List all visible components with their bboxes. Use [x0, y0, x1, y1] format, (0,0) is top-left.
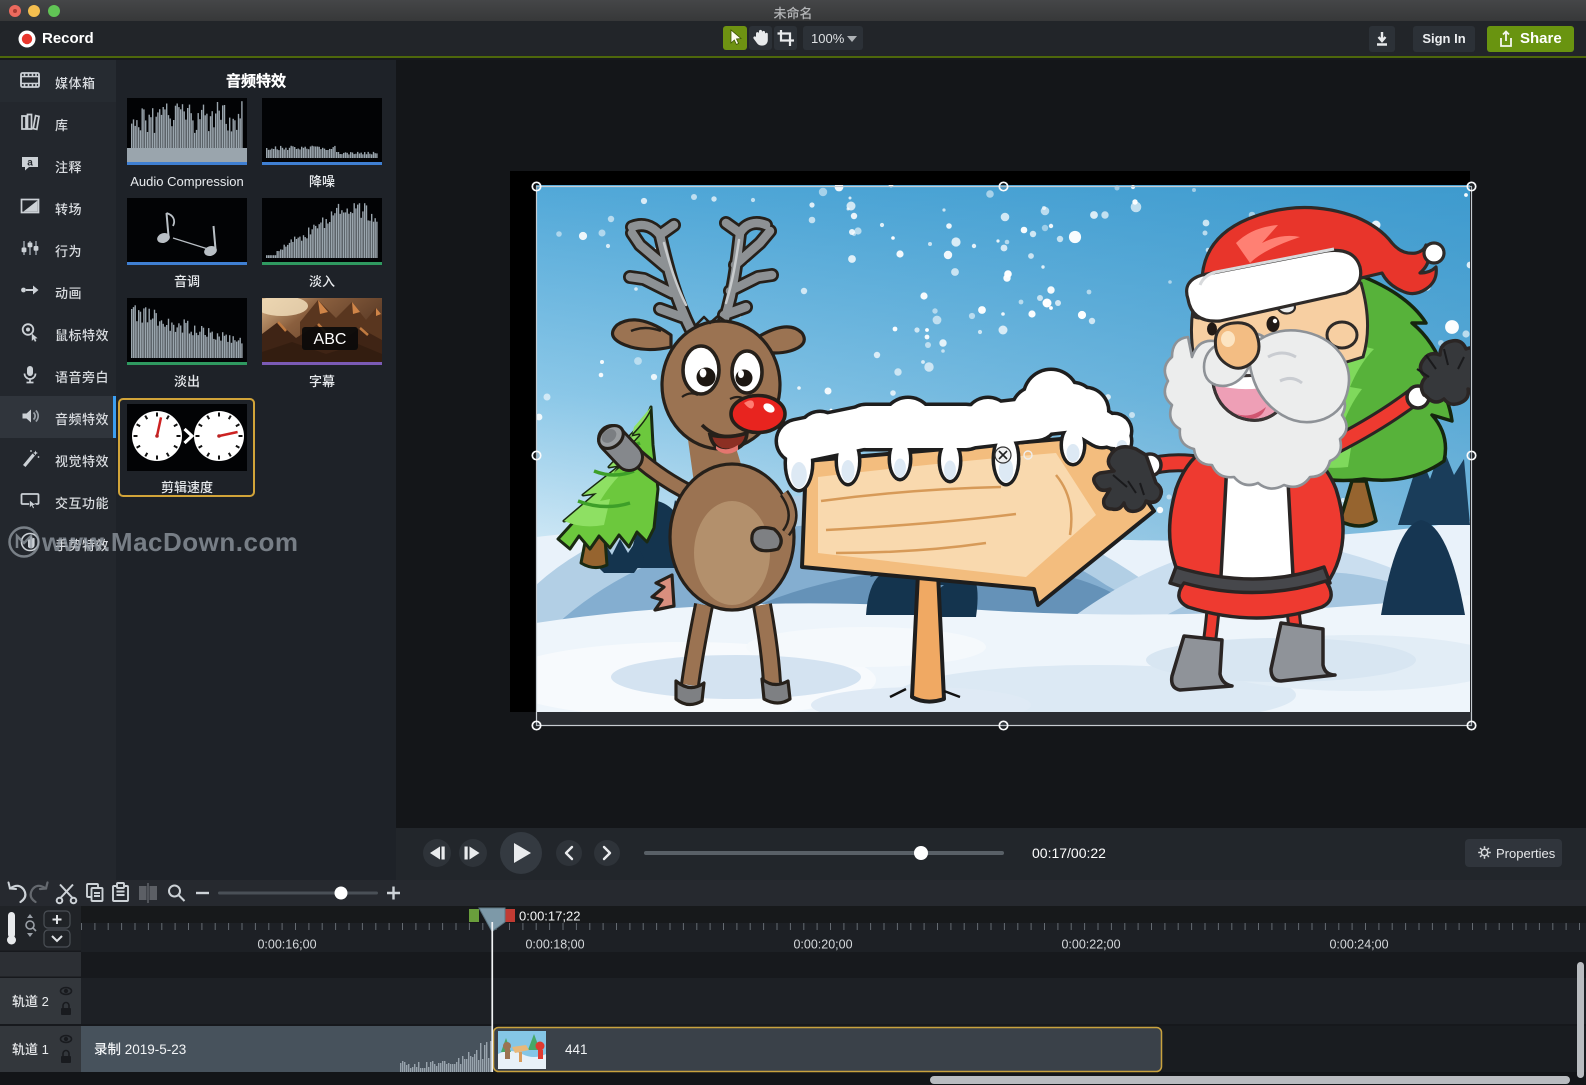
svg-text:轨道 1: 轨道 1: [12, 1039, 49, 1058]
svg-text:0:00:20;00: 0:00:20;00: [793, 938, 852, 952]
svg-text:录制 2019-5-23: 录制 2019-5-23: [94, 1038, 186, 1058]
svg-text:00:17/00:22: 00:17/00:22: [1032, 845, 1106, 861]
svg-text:0:00:18;00: 0:00:18;00: [525, 938, 584, 952]
svg-text:0:00:22;00: 0:00:22;00: [1061, 938, 1120, 952]
svg-text:a: a: [27, 158, 33, 169]
svg-text:441: 441: [565, 1042, 588, 1057]
svg-text:0:00:16;00: 0:00:16;00: [257, 938, 316, 952]
svg-text:ABC: ABC: [314, 331, 347, 348]
svg-text:0:00:17;22: 0:00:17;22: [519, 909, 580, 924]
svg-text:轨道 2: 轨道 2: [12, 991, 49, 1010]
svg-text:Properties: Properties: [1496, 846, 1556, 861]
svg-text:0:00:24;00: 0:00:24;00: [1329, 938, 1388, 952]
